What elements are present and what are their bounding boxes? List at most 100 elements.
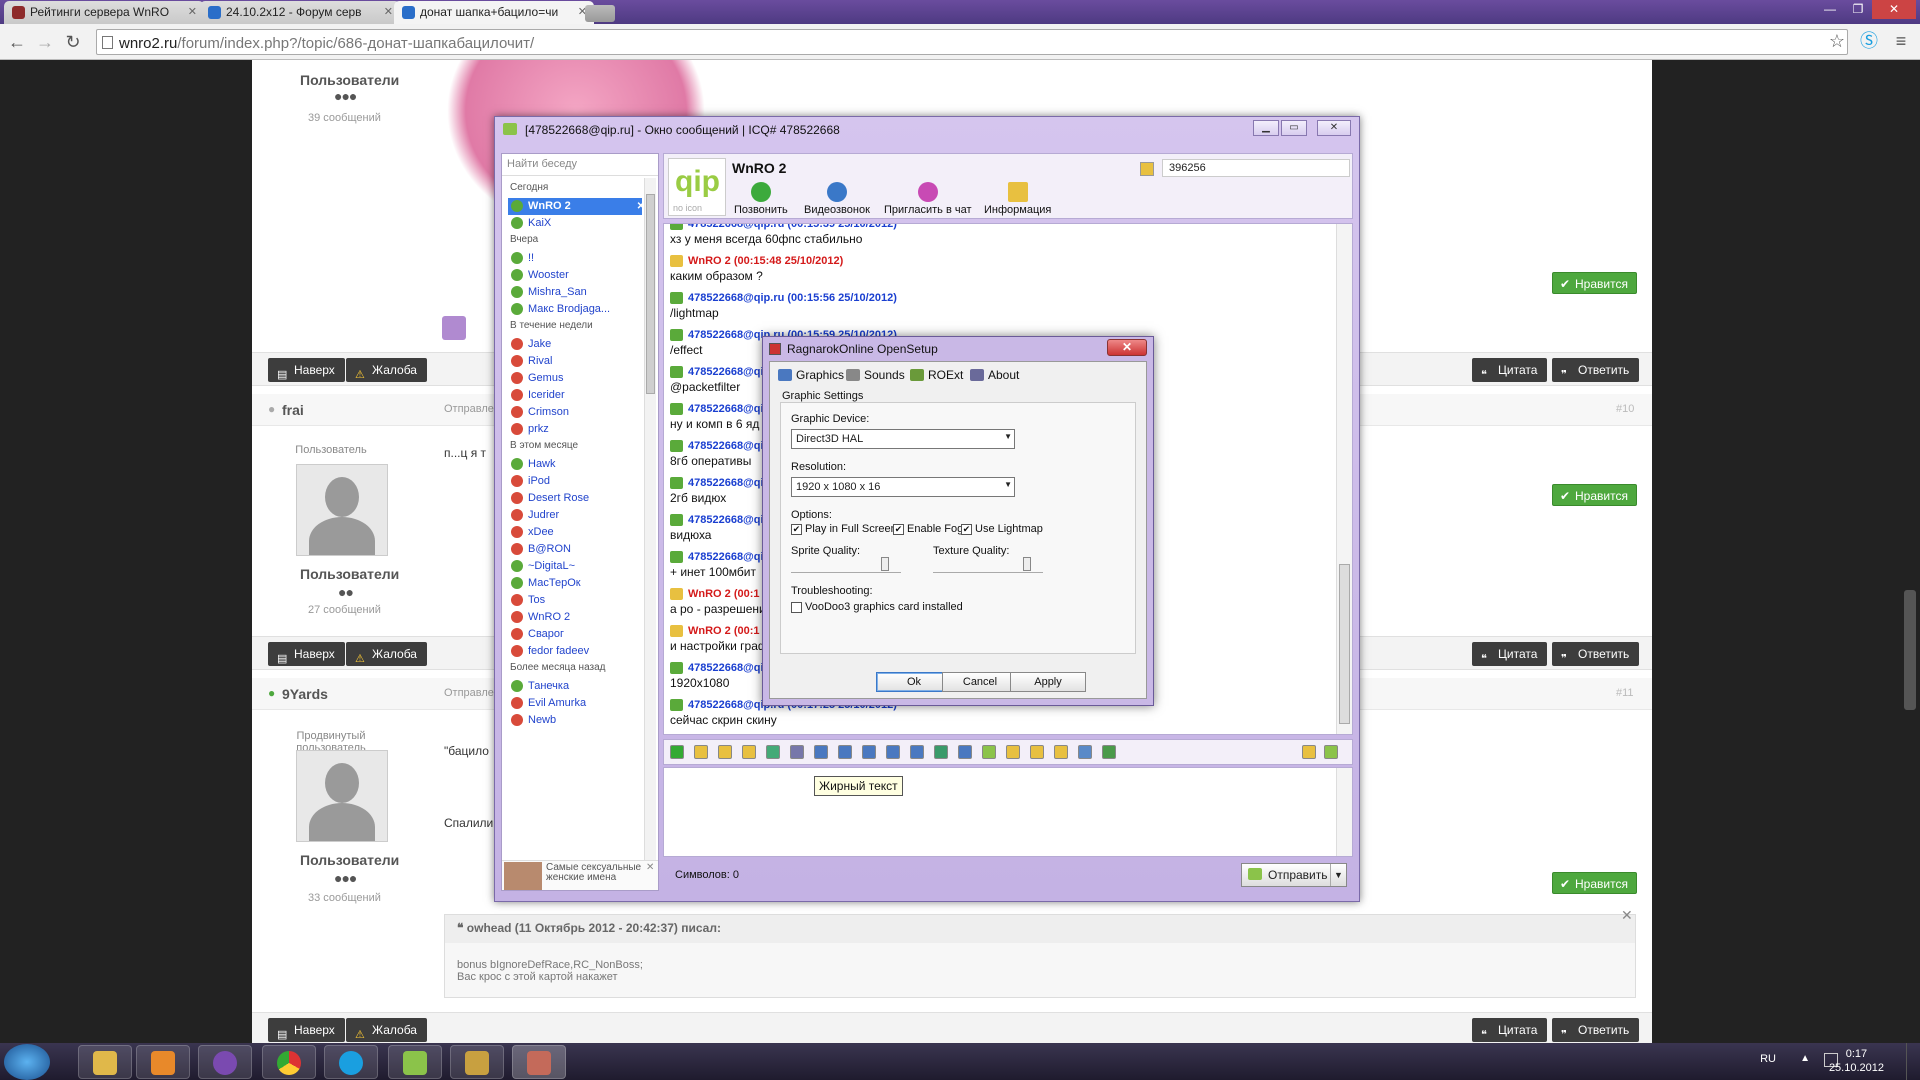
- close-icon[interactable]: ✕: [637, 198, 642, 215]
- close-icon[interactable]: ✕: [188, 5, 197, 18]
- start-button[interactable]: [4, 1044, 50, 1080]
- quote-button[interactable]: ❝ Цитата: [1472, 642, 1548, 666]
- sprite-slider[interactable]: [791, 557, 901, 573]
- address-bar[interactable]: wnro2.ru/forum/index.php?/topic/686-дона…: [96, 29, 1848, 55]
- menu-icon[interactable]: ≡: [1890, 30, 1912, 52]
- info-button[interactable]: Информация: [984, 182, 1051, 216]
- reply-button[interactable]: ❞ Ответить: [1552, 358, 1640, 382]
- toolbar-icon[interactable]: [1102, 745, 1116, 759]
- reply-button[interactable]: ❞ Ответить: [1552, 1018, 1640, 1042]
- contact-item[interactable]: prkz: [508, 421, 642, 438]
- video-call-button[interactable]: Видеозвонок: [804, 182, 870, 216]
- page-scrollbar[interactable]: [1904, 590, 1916, 710]
- toolbar-icon[interactable]: [742, 745, 756, 759]
- invite-chat-button[interactable]: Пригласить в чат: [884, 182, 972, 216]
- slider-thumb[interactable]: [1023, 557, 1031, 571]
- contact-item[interactable]: Newb: [508, 712, 642, 729]
- complaint-button[interactable]: ⚠ Жалоба: [346, 1018, 427, 1042]
- avatar[interactable]: [296, 464, 388, 556]
- tab-topic[interactable]: донат шапка+бацило=чи ✕: [394, 1, 594, 24]
- toolbar-icon[interactable]: [862, 745, 876, 759]
- chevron-down-icon[interactable]: ▼: [1330, 864, 1346, 886]
- fog-checkbox[interactable]: ✔ Enable Fog: [893, 523, 963, 535]
- tab-about[interactable]: About: [970, 368, 1019, 382]
- contact-item[interactable]: Icerider: [508, 387, 642, 404]
- tab-forum[interactable]: 24.10.2x12 - Форум серв ✕: [200, 1, 400, 24]
- toolbar-icon[interactable]: [1030, 745, 1044, 759]
- contact-item[interactable]: Танечка: [508, 678, 642, 695]
- avatar[interactable]: [296, 750, 388, 842]
- maximize-button[interactable]: ▭: [1281, 120, 1307, 136]
- close-icon[interactable]: ✕: [1621, 907, 1633, 924]
- toolbar-icon[interactable]: [1006, 745, 1020, 759]
- toolbar-icon[interactable]: [670, 745, 684, 759]
- toolbar-icon[interactable]: [694, 745, 708, 759]
- complaint-button[interactable]: ⚠ Жалоба: [346, 358, 427, 382]
- uin-field[interactable]: 396256: [1162, 159, 1350, 177]
- maximize-button[interactable]: ❐: [1844, 0, 1872, 19]
- spellcheck-icon[interactable]: [1302, 745, 1316, 759]
- skype-button[interactable]: [324, 1045, 378, 1079]
- send-button[interactable]: Отправить ▼: [1241, 863, 1347, 887]
- close-icon[interactable]: ✕: [384, 5, 393, 18]
- send-mode-icon[interactable]: [1324, 745, 1338, 759]
- clock[interactable]: 0:17 25.10.2012: [1829, 1047, 1884, 1075]
- contacts-scrollbar[interactable]: [644, 178, 656, 860]
- call-button[interactable]: Позвонить: [734, 182, 788, 216]
- close-icon[interactable]: ✕: [646, 862, 654, 873]
- toolbar-icon[interactable]: [1078, 745, 1092, 759]
- tab-ratings[interactable]: Рейтинги сервера WnRO ✕: [4, 1, 204, 24]
- device-select[interactable]: Direct3D HAL ▼: [791, 429, 1015, 449]
- reply-button[interactable]: ❞ Ответить: [1552, 642, 1640, 666]
- ad-banner[interactable]: Самые сексуальные женские имена ✕: [502, 860, 658, 890]
- like-button[interactable]: ✔ Нравится: [1552, 484, 1637, 506]
- lightmap-checkbox[interactable]: ✔ Use Lightmap: [961, 523, 1043, 535]
- toolbar-icon[interactable]: [910, 745, 924, 759]
- toolbar-icon[interactable]: [838, 745, 852, 759]
- contact-item[interactable]: WnRO 2 ✕: [508, 198, 642, 215]
- voodoo-checkbox[interactable]: VooDoo3 graphics card installed: [791, 601, 963, 613]
- toolbar-icon[interactable]: [934, 745, 948, 759]
- post-number[interactable]: #10: [1616, 403, 1634, 415]
- skype-icon[interactable]: Ⓢ: [1858, 30, 1880, 52]
- ok-button[interactable]: Ok: [876, 672, 952, 692]
- resolution-select[interactable]: 1920 x 1080 x 16 ▼: [791, 477, 1015, 497]
- like-button[interactable]: ✔ Нравится: [1552, 272, 1637, 294]
- post-number[interactable]: #11: [1616, 687, 1634, 699]
- minimize-button[interactable]: —: [1816, 0, 1844, 19]
- toolbar-icon[interactable]: [958, 745, 972, 759]
- contact-item[interactable]: Tos: [508, 592, 642, 609]
- contact-item[interactable]: МасТерОк: [508, 575, 642, 592]
- post-author[interactable]: 9Yards: [282, 686, 328, 702]
- tab-sounds[interactable]: Sounds: [846, 368, 905, 382]
- toolbar-icon[interactable]: [718, 745, 732, 759]
- texture-slider[interactable]: [933, 557, 1043, 573]
- input-scrollbar[interactable]: [1336, 768, 1352, 856]
- qip-button[interactable]: [388, 1045, 442, 1079]
- minimize-button[interactable]: ▁: [1253, 120, 1279, 136]
- chat-scrollbar[interactable]: [1336, 224, 1352, 734]
- contact-item[interactable]: Judrer: [508, 507, 642, 524]
- show-desktop-button[interactable]: [1906, 1043, 1920, 1080]
- close-button[interactable]: ✕: [1107, 339, 1147, 356]
- contact-item[interactable]: Rival: [508, 353, 642, 370]
- contact-item[interactable]: Wooster: [508, 267, 642, 284]
- message-input[interactable]: [663, 767, 1353, 857]
- contact-item[interactable]: Макс Brodjaga...: [508, 301, 642, 318]
- contact-item[interactable]: KaiX: [508, 215, 642, 232]
- tray-arrow-icon[interactable]: ▲: [1800, 1053, 1810, 1064]
- toolbar-icon[interactable]: [1054, 745, 1068, 759]
- contact-item[interactable]: Gemus: [508, 370, 642, 387]
- star-icon[interactable]: ☆: [1826, 30, 1848, 52]
- to-top-button[interactable]: ▤ Наверх: [268, 1018, 345, 1042]
- game-button[interactable]: [450, 1045, 504, 1079]
- contact-item[interactable]: Mishra_San: [508, 284, 642, 301]
- slider-thumb[interactable]: [881, 557, 889, 571]
- app-button[interactable]: [198, 1045, 252, 1079]
- contact-item[interactable]: fedor fadeev: [508, 643, 642, 660]
- toolbar-icon[interactable]: [982, 745, 996, 759]
- tab-roext[interactable]: ROExt: [910, 368, 963, 382]
- language-indicator[interactable]: RU: [1760, 1053, 1776, 1065]
- contact-item[interactable]: Jake: [508, 336, 642, 353]
- toolbar-icon[interactable]: [886, 745, 900, 759]
